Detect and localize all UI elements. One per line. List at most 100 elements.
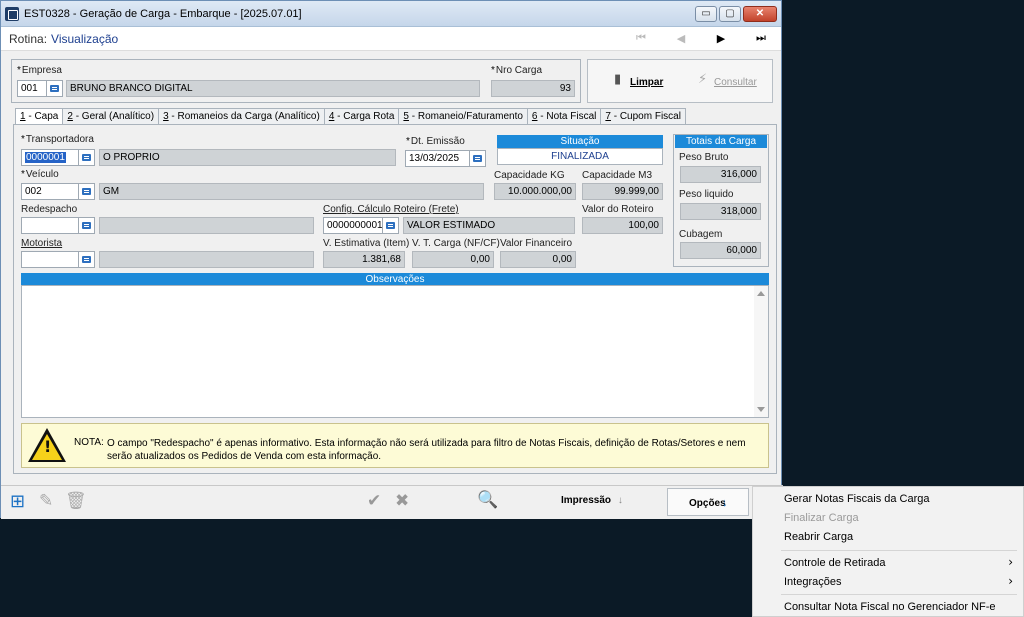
peso-liquido-label: Peso liquido (679, 189, 734, 200)
limpar-label: Limpar (630, 77, 664, 88)
veiculo-label: *Veículo (21, 169, 59, 180)
tab-carga-rota[interactable]: 4 - Carga Rota (323, 108, 400, 125)
transportadora-label: *Transportadora (21, 134, 94, 145)
search-icon[interactable]: 🔍 (477, 490, 498, 510)
consultar-label: Consultar (714, 77, 757, 88)
lightning-icon: ⚡ (698, 72, 708, 87)
window-title: EST0328 - Geração de Carga - Embarque - … (24, 7, 302, 20)
dt-emissao-label: *Dt. Emissão (406, 136, 465, 147)
menu-separator (781, 594, 1017, 595)
rotina-value: Visualização (51, 31, 119, 46)
situacao-value: FINALIZADA (497, 148, 663, 165)
capacidade-m3-field: 99.999,00 (582, 183, 663, 200)
motorista-lookup-button[interactable] (78, 251, 95, 268)
scroll-down-icon (757, 407, 765, 412)
menu-item-consultar-nfe[interactable]: Consultar Nota Fiscal no Gerenciador NF-… (784, 601, 996, 613)
veiculo-code-field[interactable]: 002 (21, 183, 79, 200)
scroll-up-icon (757, 291, 765, 296)
config-calc-code-field[interactable]: 0000000001 (323, 217, 383, 234)
impressao-label: Impressão (561, 495, 612, 506)
tab-capa[interactable]: 1 - Capa (15, 108, 64, 125)
empresa-name-field: BRUNO BRANCO DIGITAL (66, 80, 480, 97)
cubagem-label: Cubagem (679, 229, 723, 240)
menu-item-controle-retirada[interactable]: Controle de Retirada (784, 557, 886, 569)
main-window: EST0328 - Geração de Carga - Embarque - … (0, 0, 783, 519)
redespacho-lookup-button[interactable] (78, 217, 95, 234)
motorista-name-field (99, 251, 314, 268)
chevron-right-icon: › (1008, 555, 1013, 569)
config-calc-name-field: VALOR ESTIMADO (403, 217, 575, 234)
note-text: O campo "Redespacho" é apenas informativ… (107, 438, 746, 462)
tab-romaneio-faturamento[interactable]: 5 - Romaneio/Faturamento (398, 108, 528, 125)
tab-romaneios-carga[interactable]: 3 - Romaneios da Carga (Analítico) (158, 108, 325, 125)
impressao-button[interactable]: Impressão ↓ (561, 495, 623, 506)
valor-financeiro-label: Valor Financeiro (500, 238, 573, 249)
redespacho-label: Redespacho (21, 204, 78, 215)
menu-item-gerar-notas[interactable]: Gerar Notas Fiscais da Carga (784, 493, 930, 505)
limpar-button[interactable]: ▮ Limpar (614, 72, 684, 90)
config-calc-label: Config. Cálculo Roteiro (Frete) (323, 204, 459, 215)
capacidade-kg-field: 10.000.000,00 (494, 183, 576, 200)
motorista-code-field[interactable] (21, 251, 79, 268)
tab-cupom-fiscal[interactable]: 7 - Cupom Fiscal (600, 108, 686, 125)
nav-first-button[interactable]: ⏮ (621, 32, 661, 45)
close-button[interactable]: ✕ (743, 5, 777, 22)
valor-roteiro-field: 100,00 (582, 217, 663, 234)
maximize-button[interactable]: ▢ (719, 5, 741, 22)
dt-emissao-field[interactable]: 13/03/2025 (405, 150, 471, 167)
config-calc-lookup-button[interactable] (382, 217, 399, 234)
opcoes-menu: Gerar Notas Fiscais da Carga Finalizar C… (752, 486, 1024, 617)
note-label: NOTA: (74, 437, 104, 448)
lookup-icon (50, 85, 59, 92)
capacidade-m3-label: Capacidade M3 (582, 170, 653, 181)
eraser-icon: ▮ (614, 72, 622, 87)
add-icon[interactable]: ⊞ (10, 491, 25, 512)
totais-header: Totais da Carga (675, 135, 767, 148)
transportadora-code-field[interactable]: 0000001 (21, 149, 79, 166)
calendar-icon (473, 155, 482, 162)
menu-item-reabrir-carga[interactable]: Reabrir Carga (784, 531, 853, 543)
lookup-icon (82, 154, 91, 161)
opcoes-button[interactable]: Opções ↓ (667, 488, 749, 516)
chevron-right-icon: › (1008, 574, 1013, 588)
nav-next-button[interactable]: ▶ (701, 32, 741, 45)
observacoes-scrollbar[interactable] (754, 286, 768, 417)
nro-carga-field: 93 (491, 80, 575, 97)
motorista-label: Motorista (21, 238, 63, 249)
arrow-down-icon: ↓ (617, 495, 623, 506)
v-estimativa-field: 1.381,68 (323, 251, 405, 268)
peso-bruto-label: Peso Bruto (679, 152, 729, 163)
save-icon[interactable]: ✔ (367, 491, 381, 511)
arrow-down-icon: ↓ (722, 497, 728, 509)
redespacho-code-field[interactable] (21, 217, 79, 234)
nro-carga-label: *Nro Carga (491, 65, 543, 76)
cancel-icon[interactable]: ✖ (395, 491, 409, 511)
menu-item-finalizar-carga[interactable]: Finalizar Carga (784, 512, 859, 524)
lookup-icon (82, 222, 91, 229)
veiculo-lookup-button[interactable] (78, 183, 95, 200)
lookup-icon (82, 256, 91, 263)
consultar-button[interactable]: ⚡ Consultar (698, 72, 768, 90)
edit-icon[interactable]: ✎ (39, 491, 53, 511)
valor-financeiro-field: 0,00 (500, 251, 576, 268)
empresa-code-field[interactable]: 001 (17, 80, 47, 97)
tab-nota-fiscal[interactable]: 6 - Nota Fiscal (526, 108, 602, 125)
app-icon (5, 6, 19, 21)
tab-geral-analitico[interactable]: 2 - Geral (Analítico) (62, 108, 160, 125)
nav-last-button[interactable]: ⏭ (741, 32, 781, 45)
v-estimativa-label: V. Estimativa (Item) (323, 238, 410, 249)
peso-bruto-field: 316,000 (680, 166, 761, 183)
title-bar: EST0328 - Geração de Carga - Embarque - … (1, 1, 781, 27)
observacoes-textarea[interactable] (21, 285, 769, 418)
transportadora-lookup-button[interactable] (78, 149, 95, 166)
menu-item-integracoes[interactable]: Integrações (784, 576, 841, 588)
empresa-lookup-button[interactable] (46, 80, 63, 97)
delete-icon[interactable]: 🗑 (65, 491, 87, 511)
veiculo-name-field: GM (99, 183, 484, 200)
empresa-label: *Empresa (17, 65, 62, 76)
minimize-button[interactable]: ▭ (695, 5, 717, 22)
v-carga-field: 0,00 (412, 251, 494, 268)
nav-prev-button[interactable]: ◀ (661, 32, 701, 45)
calendar-button[interactable] (469, 150, 486, 167)
lookup-icon (82, 188, 91, 195)
